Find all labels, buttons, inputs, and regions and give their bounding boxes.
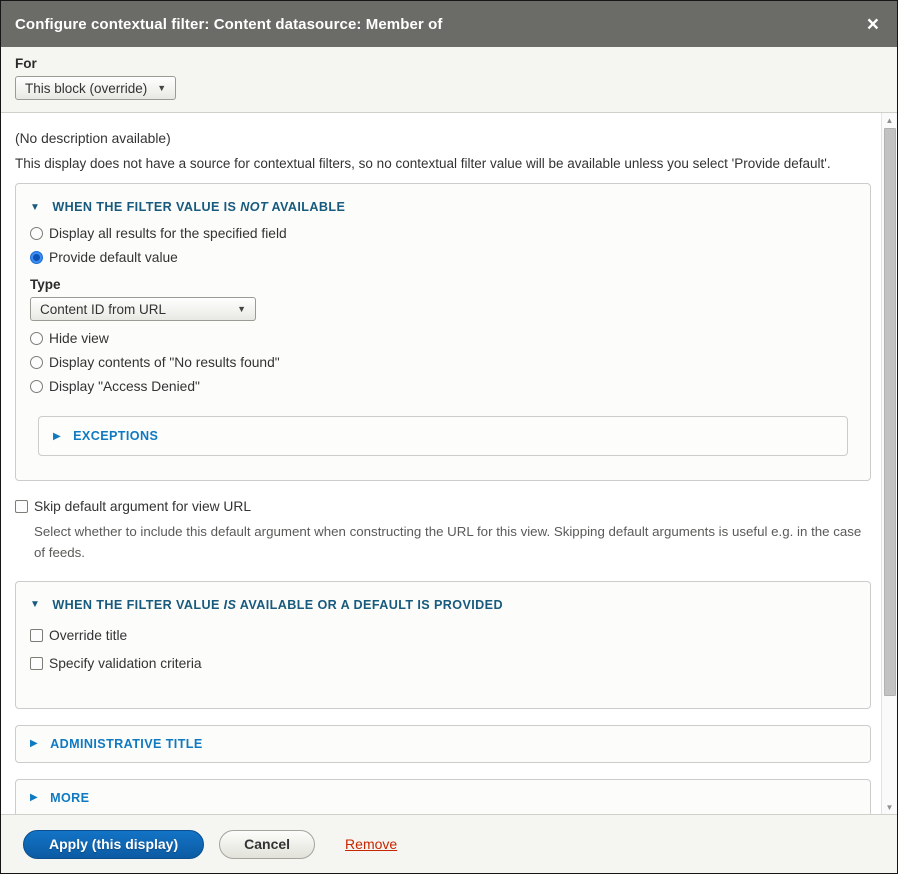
legend-text: WHEN THE FILTER VALUE IS AVAILABLE OR A … (52, 598, 503, 612)
fieldset-administrative-title: ▶ ADMINISTRATIVE TITLE (15, 725, 871, 763)
scrollbar-thumb[interactable] (884, 128, 896, 696)
dialog-footer: Apply (this display) Cancel Remove (1, 814, 897, 873)
checkbox-skip-default-label: Skip default argument for view URL (34, 499, 251, 514)
for-select[interactable]: This block (override) ▼ (15, 76, 176, 100)
radio-no-results[interactable] (30, 356, 43, 369)
dialog-title: Configure contextual filter: Content dat… (15, 16, 863, 33)
apply-button[interactable]: Apply (this display) (23, 830, 204, 859)
for-section: For This block (override) ▼ (1, 47, 897, 113)
radio-provide-default[interactable] (30, 251, 43, 264)
close-icon[interactable]: × (863, 12, 883, 37)
fieldset-more-legend[interactable]: ▶ MORE (30, 791, 856, 805)
dialog-body: (No description available) This display … (1, 113, 881, 814)
radio-row-provide-default[interactable]: Provide default value (30, 250, 856, 265)
dialog-titlebar: Configure contextual filter: Content dat… (1, 1, 897, 47)
radio-access-denied[interactable] (30, 380, 43, 393)
radio-display-all-label: Display all results for the specified fi… (49, 226, 287, 241)
dialog-content: (No description available) This display … (1, 113, 897, 814)
collapse-triangle-icon: ▼ (30, 599, 40, 610)
checkbox-validation[interactable] (30, 657, 43, 670)
legend-text: WHEN THE FILTER VALUE IS NOT AVAILABLE (52, 200, 345, 214)
chevron-down-icon: ▼ (237, 304, 246, 314)
radio-row-no-results[interactable]: Display contents of "No results found" (30, 355, 856, 370)
fieldset-filter-not-available: ▼ WHEN THE FILTER VALUE IS NOT AVAILABLE… (15, 183, 871, 481)
scroll-down-icon[interactable]: ▼ (882, 800, 897, 814)
radio-hide-view-label: Hide view (49, 331, 109, 346)
radio-access-denied-label: Display "Access Denied" (49, 379, 200, 394)
radio-no-results-label: Display contents of "No results found" (49, 355, 280, 370)
type-label: Type (30, 277, 856, 292)
radio-hide-view[interactable] (30, 332, 43, 345)
remove-link[interactable]: Remove (345, 836, 397, 852)
for-label: For (15, 56, 883, 71)
radio-row-hide-view[interactable]: Hide view (30, 331, 856, 346)
display-source-note: This display does not have a source for … (15, 156, 871, 171)
default-type-select-value: Content ID from URL (40, 302, 166, 317)
radio-row-display-all[interactable]: Display all results for the specified fi… (30, 226, 856, 241)
fieldset-administrative-title-legend[interactable]: ▶ ADMINISTRATIVE TITLE (30, 737, 856, 751)
checkbox-skip-default[interactable] (15, 500, 28, 513)
fieldset-filter-available: ▼ WHEN THE FILTER VALUE IS AVAILABLE OR … (15, 581, 871, 709)
collapsed-triangle-icon: ▶ (53, 431, 61, 442)
radio-display-all[interactable] (30, 227, 43, 240)
fieldset-filter-not-available-legend[interactable]: ▼ WHEN THE FILTER VALUE IS NOT AVAILABLE (30, 200, 856, 214)
for-select-value: This block (override) (25, 81, 147, 96)
vertical-scrollbar[interactable]: ▲ ▼ (881, 113, 897, 814)
collapsed-triangle-icon: ▶ (30, 738, 38, 749)
scroll-up-icon[interactable]: ▲ (882, 113, 897, 127)
fieldset-filter-available-legend[interactable]: ▼ WHEN THE FILTER VALUE IS AVAILABLE OR … (30, 598, 856, 612)
fieldset-more: ▶ MORE (15, 779, 871, 814)
skip-default-description: Select whether to include this default a… (34, 521, 862, 564)
checkbox-override-title[interactable] (30, 629, 43, 642)
default-type-select[interactable]: Content ID from URL ▼ (30, 297, 256, 321)
fieldset-exceptions-legend[interactable]: ▶ EXCEPTIONS (53, 429, 833, 443)
fieldset-exceptions: ▶ EXCEPTIONS (38, 416, 848, 456)
configure-contextual-filter-dialog: Configure contextual filter: Content dat… (0, 0, 898, 874)
checkbox-row-skip-default[interactable]: Skip default argument for view URL (15, 499, 871, 514)
chevron-down-icon: ▼ (157, 83, 166, 93)
collapse-triangle-icon: ▼ (30, 202, 40, 213)
collapsed-triangle-icon: ▶ (30, 792, 38, 803)
radio-row-access-denied[interactable]: Display "Access Denied" (30, 379, 856, 394)
cancel-button[interactable]: Cancel (219, 830, 315, 859)
checkbox-row-override-title[interactable]: Override title (30, 628, 856, 643)
radio-provide-default-label: Provide default value (49, 250, 178, 265)
checkbox-row-validation[interactable]: Specify validation criteria (30, 656, 856, 671)
checkbox-validation-label: Specify validation criteria (49, 656, 202, 671)
checkbox-override-title-label: Override title (49, 628, 127, 643)
no-description-text: (No description available) (15, 131, 871, 146)
